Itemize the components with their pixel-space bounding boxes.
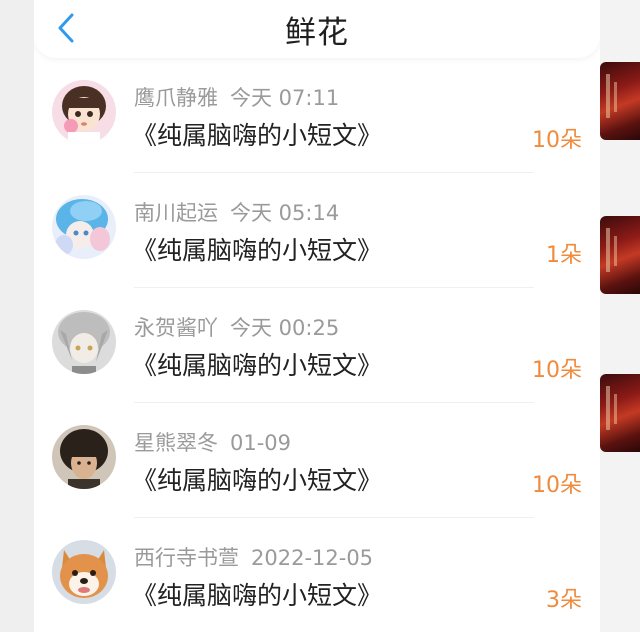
flower-count: 10朵 [532,128,582,153]
timestamp: 2022-12-05 [251,546,374,570]
flower-count: 10朵 [532,358,582,383]
list-item[interactable]: 星熊翠冬 01-09 《纯属脑嗨的小短文》 10朵 [34,403,600,518]
grey-hair-avatar[interactable] [52,310,116,374]
list-item[interactable]: 鹰爪静雅 今天 07:11 《纯属脑嗨的小短文》 10朵 [34,58,600,173]
work-title: 《纯属脑嗨的小短文》 [132,351,383,380]
header: 鲜花 [34,0,600,58]
timestamp: 今天 07:11 [230,86,340,110]
flower-count: 10朵 [532,473,582,498]
blue-hair-avatar[interactable] [52,195,116,259]
work-title: 《纯属脑嗨的小短文》 [132,121,383,150]
list-item[interactable]: 西行寺书萱 2022-12-05 《纯属脑嗨的小短文》 3朵 [34,518,600,632]
timestamp: 今天 00:25 [230,316,340,340]
work-title: 《纯属脑嗨的小短文》 [132,236,383,265]
flower-count: 1朵 [546,243,582,268]
background-book-cover [600,374,640,452]
background-book-cover [600,62,640,140]
work-title: 《纯属脑嗨的小短文》 [132,581,383,610]
user-name: 星熊翠冬 01-09 [134,431,292,455]
user-name: 鹰爪静雅 今天 07:11 [134,86,340,110]
user-name: 南川起运 今天 05:14 [134,201,340,225]
flowers-panel: 鲜花 鹰爪静雅 今天 07:11 《纯属脑嗨的小短文》 10朵 南川起运 今天 … [34,0,600,632]
page-title: 鲜花 [285,15,349,51]
background-book-cover [600,216,640,294]
list-item[interactable]: 南川起运 今天 05:14 《纯属脑嗨的小短文》 1朵 [34,173,600,288]
user-name: 西行寺书萱 2022-12-05 [134,546,374,570]
user-name: 永贺酱吖 今天 00:25 [134,316,340,340]
flower-list: 鹰爪静雅 今天 07:11 《纯属脑嗨的小短文》 10朵 南川起运 今天 05:1 [34,58,600,632]
shiba-dog-avatar[interactable] [52,540,116,604]
work-title: 《纯属脑嗨的小短文》 [132,466,383,495]
timestamp: 今天 05:14 [230,201,340,225]
photo-avatar[interactable] [52,425,116,489]
list-item[interactable]: 永贺酱吖 今天 00:25 《纯属脑嗨的小短文》 10朵 [34,288,600,403]
timestamp: 01-09 [230,431,292,455]
flower-count: 3朵 [546,588,582,613]
anime-girl-avatar[interactable] [52,80,116,144]
